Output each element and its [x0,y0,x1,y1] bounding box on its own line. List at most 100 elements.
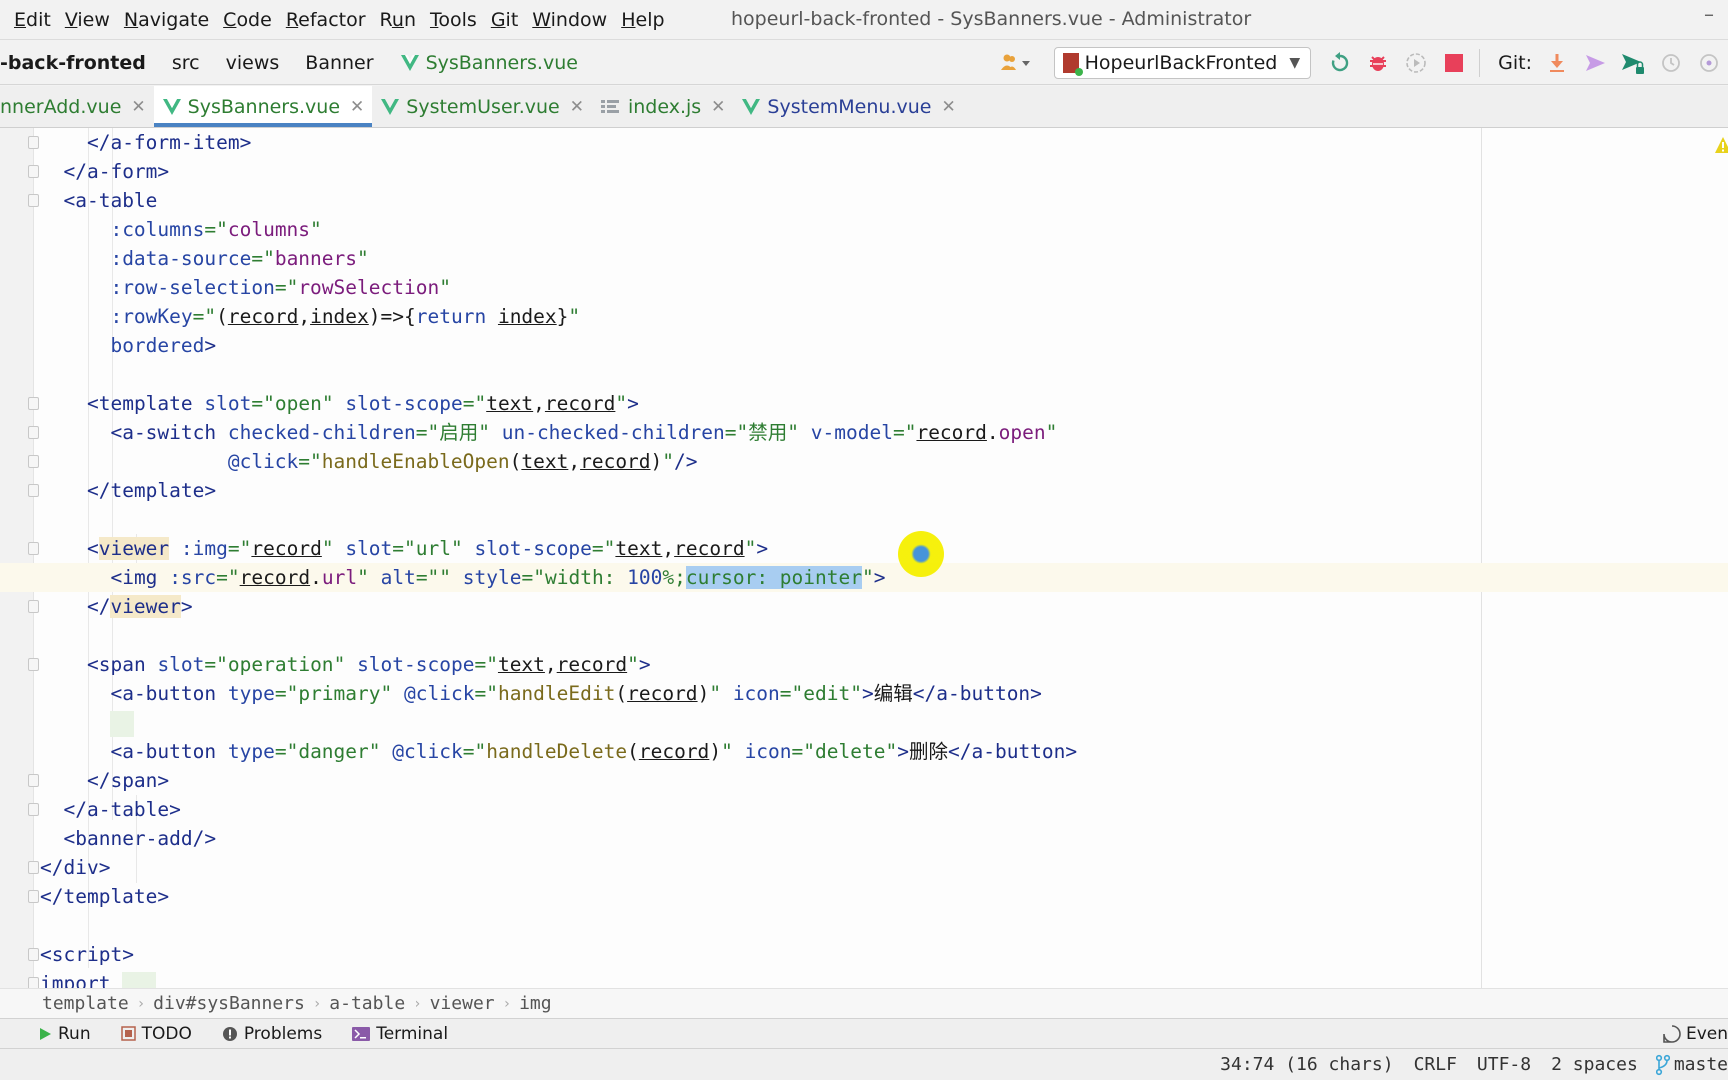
code-line[interactable]: :row-selection="rowSelection" [40,273,1728,302]
code-line[interactable]: </template> [28,476,1728,505]
close-icon[interactable]: ✕ [570,97,584,117]
menu-edit[interactable]: Edit [14,9,51,31]
fold-marker-icon[interactable] [28,397,39,410]
minimize-button[interactable]: – [1704,2,1714,26]
nav-crumb-src[interactable]: src [172,52,200,74]
code-content[interactable]: </a-form-item> </a-form> <a-table :colum… [0,128,1728,988]
code-line[interactable]: import [28,969,1728,988]
fold-marker-icon[interactable] [28,948,39,961]
code-line[interactable]: :data-source="banners" [40,244,1728,273]
fold-marker-icon[interactable] [28,658,39,671]
tool-window-event-log[interactable]: Even [1662,1019,1728,1049]
nav-crumb-views[interactable]: views [226,52,280,74]
history-icon[interactable] [1658,50,1684,76]
breadcrumb-img[interactable]: img [519,993,552,1014]
code-line[interactable] [40,621,1728,650]
git-update-icon[interactable] [1544,50,1570,76]
breadcrumb-viewer[interactable]: viewer [430,993,495,1014]
close-icon[interactable]: ✕ [131,97,145,117]
code-line[interactable]: <img :src="record.url" alt="" style="wid… [0,563,1728,592]
tab-sys-banners[interactable]: SysBanners.vue ✕ [153,86,373,127]
breadcrumb-template[interactable]: template [42,993,129,1014]
close-icon[interactable]: ✕ [350,97,364,117]
breadcrumb-div[interactable]: div#sysBanners [153,993,305,1014]
git-commit-icon[interactable] [1582,50,1608,76]
code-line[interactable]: @click="handleEnableOpen(text,record)"/> [28,447,1728,476]
tab-banner-add[interactable]: nnerAdd.vue ✕ [0,86,154,127]
code-line[interactable]: </a-form-item> [28,128,1728,157]
code-editor[interactable]: </a-form-item> </a-form> <a-table :colum… [0,128,1728,988]
code-line[interactable] [40,708,1728,737]
code-line[interactable]: <script> [28,940,1728,969]
nav-crumb-project[interactable]: -back-fronted [0,52,146,74]
code-line[interactable]: :columns="columns" [40,215,1728,244]
menu-tools[interactable]: Tools [430,9,477,31]
run-configuration-selector[interactable]: HopeurlBackFronted ▼ [1053,47,1312,79]
tab-system-user[interactable]: SystemUser.vue ✕ [372,86,592,127]
caret-position[interactable]: 34:74 (16 chars) [1220,1054,1393,1075]
nav-crumb-file[interactable]: SysBanners.vue [400,52,578,74]
fold-marker-icon[interactable] [28,426,39,439]
breadcrumb-a-table[interactable]: a-table [329,993,405,1014]
rollback-icon[interactable] [1696,50,1722,76]
code-line[interactable] [40,911,1728,940]
git-branch-widget[interactable]: maste [1655,1054,1728,1076]
code-line[interactable]: </span> [28,766,1728,795]
file-encoding[interactable]: UTF-8 [1477,1054,1531,1075]
fold-marker-icon[interactable] [28,455,39,468]
code-line[interactable] [40,505,1728,534]
menu-code[interactable]: Code [223,9,272,31]
code-line[interactable]: <banner-add/> [40,824,1728,853]
menu-run[interactable]: Run [380,9,416,31]
tool-window-todo[interactable]: TODO [120,1024,192,1044]
editor-gutter[interactable] [0,128,34,988]
code-line[interactable]: <template slot="open" slot-scope="text,r… [28,389,1728,418]
close-icon[interactable]: ✕ [711,97,725,117]
fold-marker-icon[interactable] [28,977,39,988]
code-line[interactable]: <a-button type="primary" @click="handleE… [40,679,1728,708]
stop-icon[interactable] [1441,50,1467,76]
menu-refactor[interactable]: Refactor [286,9,366,31]
git-push-icon[interactable] [1620,50,1646,76]
fold-marker-icon[interactable] [28,165,39,178]
nav-crumb-banner[interactable]: Banner [305,52,373,74]
line-separator[interactable]: CRLF [1414,1054,1457,1075]
menu-git[interactable]: Git [491,9,518,31]
attach-debugger-icon[interactable] [1403,50,1429,76]
code-line[interactable]: <a-button type="danger" @click="handleDe… [40,737,1728,766]
tab-index-js[interactable]: index.js ✕ [592,86,733,127]
code-line[interactable]: <a-switch checked-children="启用" un-check… [28,418,1728,447]
code-line[interactable]: <span slot="operation" slot-scope="text,… [28,650,1728,679]
indent-setting[interactable]: 2 spaces [1551,1054,1638,1075]
tool-window-terminal[interactable]: Terminal [352,1024,448,1044]
fold-marker-icon[interactable] [28,861,39,874]
code-line[interactable]: <a-table [28,186,1728,215]
debug-icon[interactable] [1365,50,1391,76]
code-line[interactable]: </a-table> [28,795,1728,824]
fold-marker-icon[interactable] [28,600,39,613]
code-line[interactable] [40,360,1728,389]
fold-marker-icon[interactable] [28,194,39,207]
code-line[interactable]: </div> [28,853,1728,882]
tool-window-run[interactable]: Run [38,1024,91,1044]
fold-marker-icon[interactable] [28,774,39,787]
fold-marker-icon[interactable] [28,542,39,555]
fold-marker-icon[interactable] [28,803,39,816]
fold-marker-icon[interactable] [28,136,39,149]
menu-window[interactable]: Window [532,9,607,31]
tab-system-menu[interactable]: SystemMenu.vue ✕ [733,86,963,127]
menu-help[interactable]: Help [621,9,664,31]
code-line[interactable]: </viewer> [28,592,1728,621]
code-line[interactable]: </a-form> [28,157,1728,186]
fold-marker-icon[interactable] [28,484,39,497]
code-line[interactable]: <viewer :img="record" slot="url" slot-sc… [28,534,1728,563]
users-icon[interactable] [996,50,1036,76]
code-line[interactable]: </template> [28,882,1728,911]
menu-navigate[interactable]: Navigate [124,9,209,31]
rerun-icon[interactable] [1327,50,1353,76]
close-icon[interactable]: ✕ [941,97,955,117]
code-line[interactable]: bordered> [40,331,1728,360]
code-line[interactable]: :rowKey="(record,index)=>{return index}" [40,302,1728,331]
menu-view[interactable]: View [65,9,110,31]
fold-marker-icon[interactable] [28,890,39,903]
